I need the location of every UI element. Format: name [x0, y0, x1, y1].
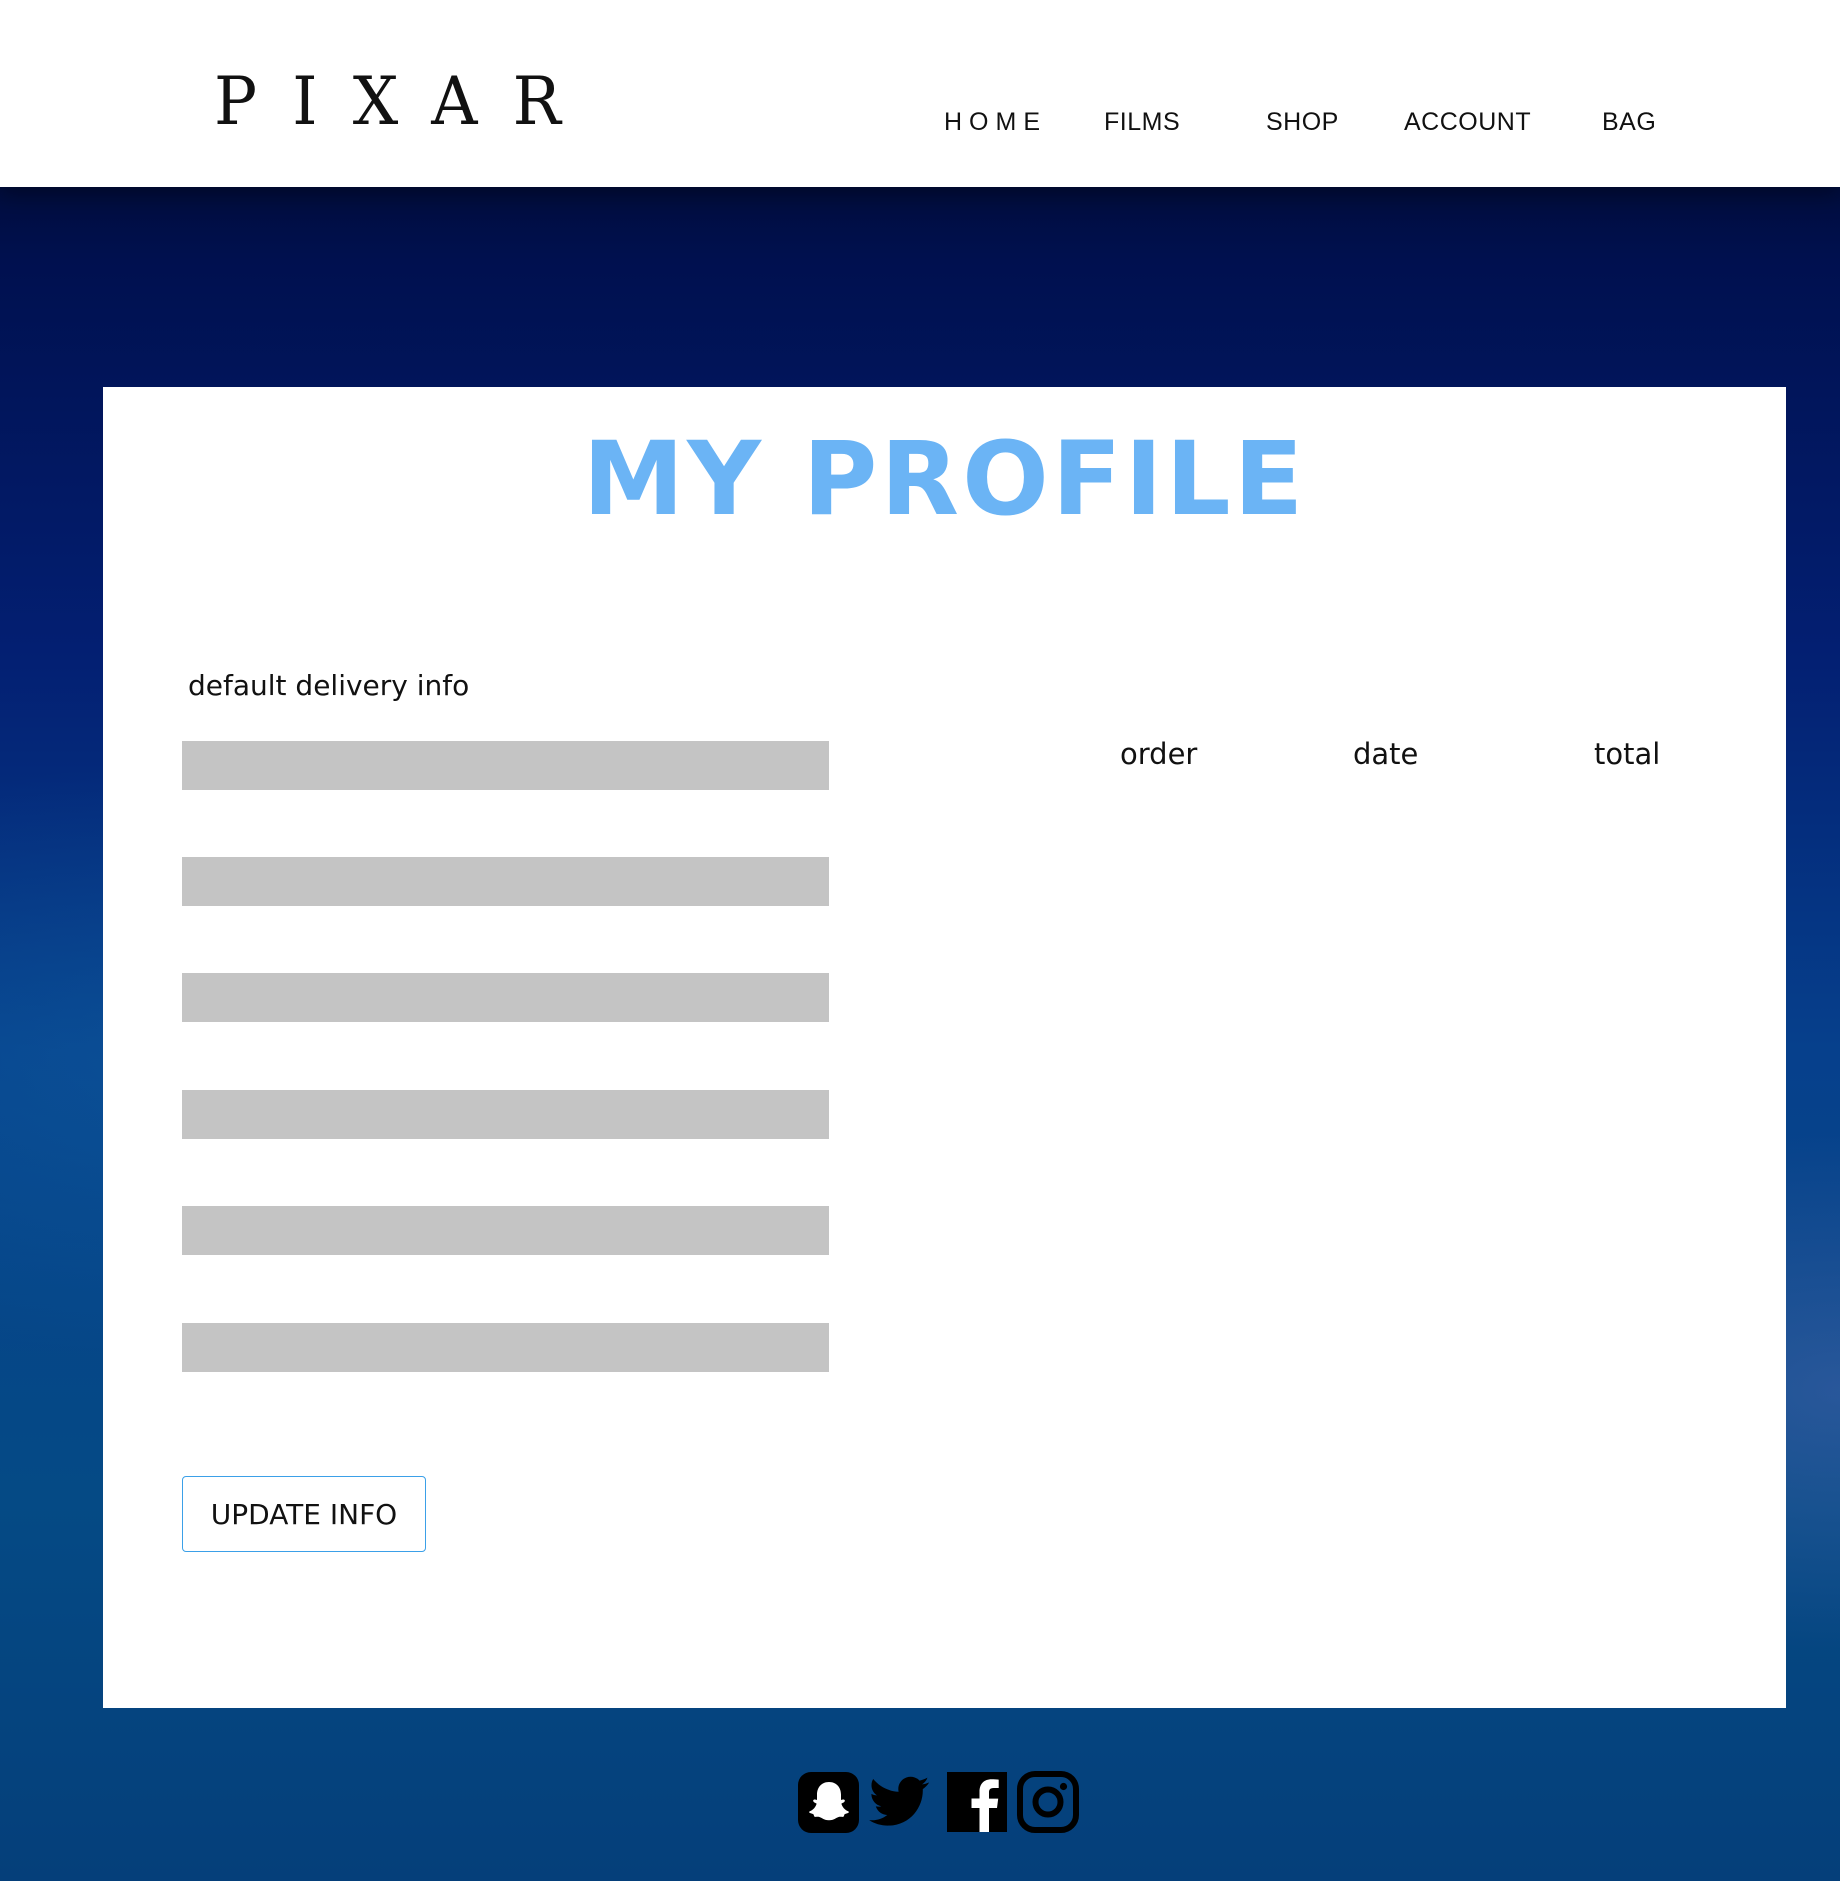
- pixar-logo[interactable]: PIXAR: [214, 69, 596, 136]
- snapchat-icon[interactable]: [797, 1770, 861, 1834]
- instagram-icon[interactable]: [1016, 1770, 1080, 1834]
- update-info-button[interactable]: UPDATE INFO: [182, 1476, 426, 1552]
- profile-card: MY PROFILE default delivery info UPDATE …: [103, 387, 1786, 1708]
- social-links: [797, 1770, 1080, 1834]
- nav-account-link[interactable]: ACCOUNT: [1404, 110, 1531, 135]
- delivery-field-4[interactable]: [182, 1090, 829, 1139]
- column-header-date: date: [1353, 737, 1419, 771]
- delivery-field-3[interactable]: [182, 973, 829, 1022]
- delivery-field-1[interactable]: [182, 741, 829, 790]
- column-header-order: order: [1120, 737, 1198, 771]
- delivery-field-5[interactable]: [182, 1206, 829, 1255]
- nav-bag-link[interactable]: BAG: [1602, 110, 1656, 135]
- site-header: PIXAR HOME FILMS SHOP ACCOUNT BAG: [0, 0, 1840, 187]
- delivery-info-label: default delivery info: [188, 669, 470, 702]
- nav-home-link[interactable]: HOME: [944, 110, 1047, 135]
- twitter-icon[interactable]: [867, 1770, 931, 1834]
- delivery-field-6[interactable]: [182, 1323, 829, 1372]
- facebook-icon[interactable]: [945, 1770, 1009, 1834]
- column-header-total: total: [1594, 737, 1661, 771]
- nav-films-link[interactable]: FILMS: [1104, 110, 1180, 135]
- delivery-field-2[interactable]: [182, 857, 829, 906]
- nav-shop-link[interactable]: SHOP: [1266, 110, 1339, 135]
- page-title: MY PROFILE: [582, 420, 1307, 539]
